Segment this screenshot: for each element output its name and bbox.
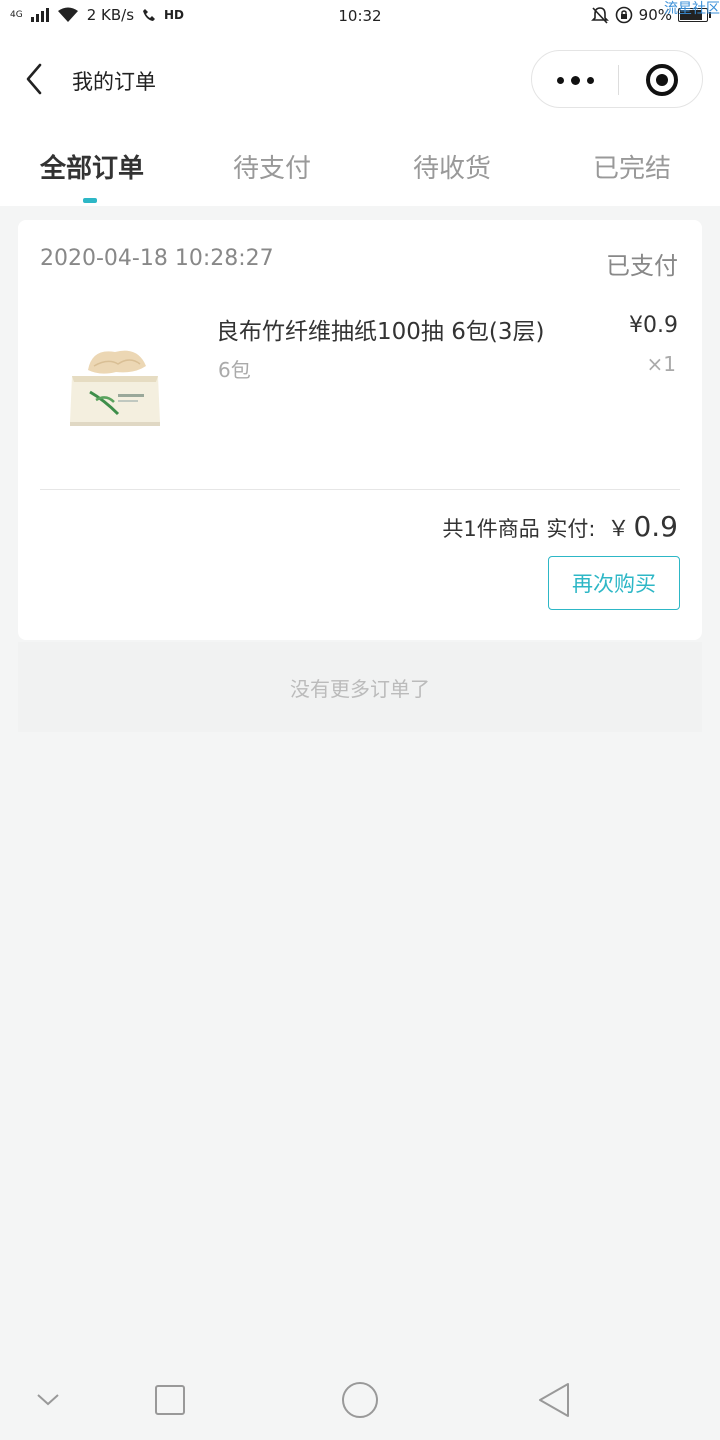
- product-price: ¥0.9: [629, 313, 678, 338]
- triangle-back-icon: [539, 1383, 569, 1417]
- nav-bar: 我的订单: [0, 36, 720, 126]
- back-arrow-icon[interactable]: [22, 62, 52, 96]
- active-tab-indicator: [83, 198, 97, 203]
- mute-bell-icon: [590, 7, 609, 24]
- recent-apps-button[interactable]: [150, 1360, 190, 1440]
- product-spec: 6包: [218, 358, 251, 382]
- tab-pending-receipt[interactable]: 待收货: [413, 148, 491, 185]
- order-total: 0.9: [633, 510, 678, 543]
- circle-icon: [342, 1382, 378, 1418]
- status-bar: 4G 2 KB/s HD 10:32 90% 流星社区: [0, 0, 720, 36]
- square-icon: [155, 1385, 185, 1415]
- rebuy-button[interactable]: 再次购买: [548, 556, 680, 610]
- home-button[interactable]: [338, 1360, 382, 1440]
- system-nav-bar: [0, 1360, 720, 1440]
- order-tabs: 全部订单 待支付 待收货 已完结: [0, 126, 720, 206]
- tab-all-orders[interactable]: 全部订单: [40, 148, 144, 185]
- watermark-text: 流星社区: [664, 1, 720, 17]
- card-divider: [40, 489, 680, 490]
- tissue-box-image[interactable]: [60, 330, 170, 440]
- more-dot-icon: [570, 75, 580, 85]
- page-title: 我的订单: [72, 70, 156, 94]
- more-dot-icon: [556, 76, 564, 84]
- order-date: 2020-04-18 10:28:27: [40, 246, 274, 271]
- more-dot-icon: [586, 76, 594, 84]
- no-more-orders-note: 没有更多订单了: [18, 642, 702, 732]
- tab-pending-payment[interactable]: 待支付: [233, 148, 311, 185]
- order-card[interactable]: 2020-04-18 10:28:27 已支付 良布竹纤维抽纸100抽 6包(3…: [18, 220, 702, 640]
- order-status: 已支付: [606, 252, 678, 280]
- product-quantity: ×1: [646, 352, 676, 376]
- currency-symbol: ￥: [607, 517, 630, 542]
- back-button[interactable]: [532, 1360, 576, 1440]
- product-name[interactable]: 良布竹纤维抽纸100抽 6包(3层): [216, 312, 544, 346]
- summary-label: 共1件商品 实付:: [442, 517, 596, 541]
- chevron-down-icon: [37, 1394, 59, 1406]
- close-miniprogram-button[interactable]: [619, 51, 704, 109]
- target-close-icon: [645, 64, 678, 96]
- collapse-button[interactable]: [28, 1360, 68, 1440]
- order-summary: 共1件商品 实付: ￥ 0.9: [442, 510, 678, 543]
- rotation-lock-icon: [615, 6, 632, 24]
- tab-completed[interactable]: 已完结: [593, 148, 671, 185]
- more-options-button[interactable]: [532, 51, 618, 109]
- miniprogram-capsule: [531, 50, 703, 108]
